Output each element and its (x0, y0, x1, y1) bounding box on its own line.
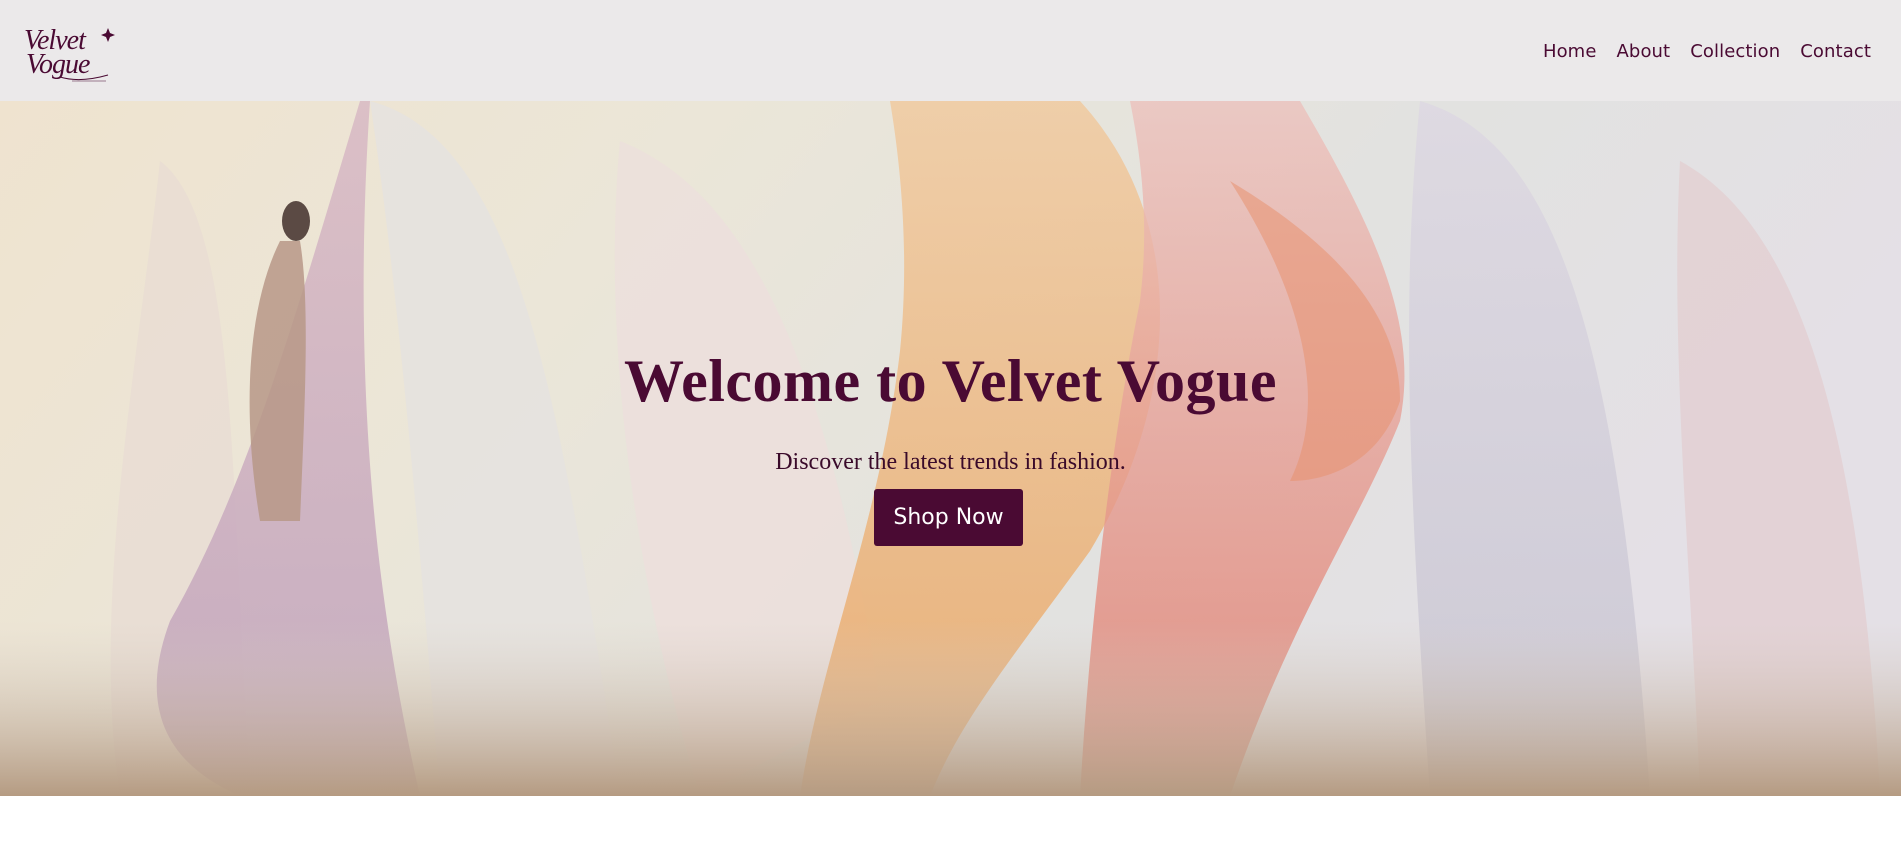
nav-link-collection[interactable]: Collection (1690, 41, 1780, 62)
brand-logo[interactable]: Velvet Vogue (20, 15, 120, 87)
hero-subtitle: Discover the latest trends in fashion. (775, 449, 1126, 475)
hero-content: Welcome to Velvet Vogue Discover the lat… (0, 101, 1901, 796)
site-header: Velvet Vogue Home About Collection Conta… (0, 0, 1901, 101)
nav-link-contact[interactable]: Contact (1800, 41, 1871, 62)
main-nav: Home About Collection Contact (1543, 41, 1871, 62)
velvet-vogue-logo-icon: Velvet Vogue (24, 25, 115, 81)
shop-now-button[interactable]: Shop Now (874, 489, 1023, 546)
nav-link-about[interactable]: About (1617, 41, 1671, 62)
nav-link-home[interactable]: Home (1543, 41, 1597, 62)
hero-section: Welcome to Velvet Vogue Discover the lat… (0, 101, 1901, 796)
svg-text:Vogue: Vogue (26, 49, 90, 80)
hero-title: Welcome to Velvet Vogue (623, 348, 1278, 414)
